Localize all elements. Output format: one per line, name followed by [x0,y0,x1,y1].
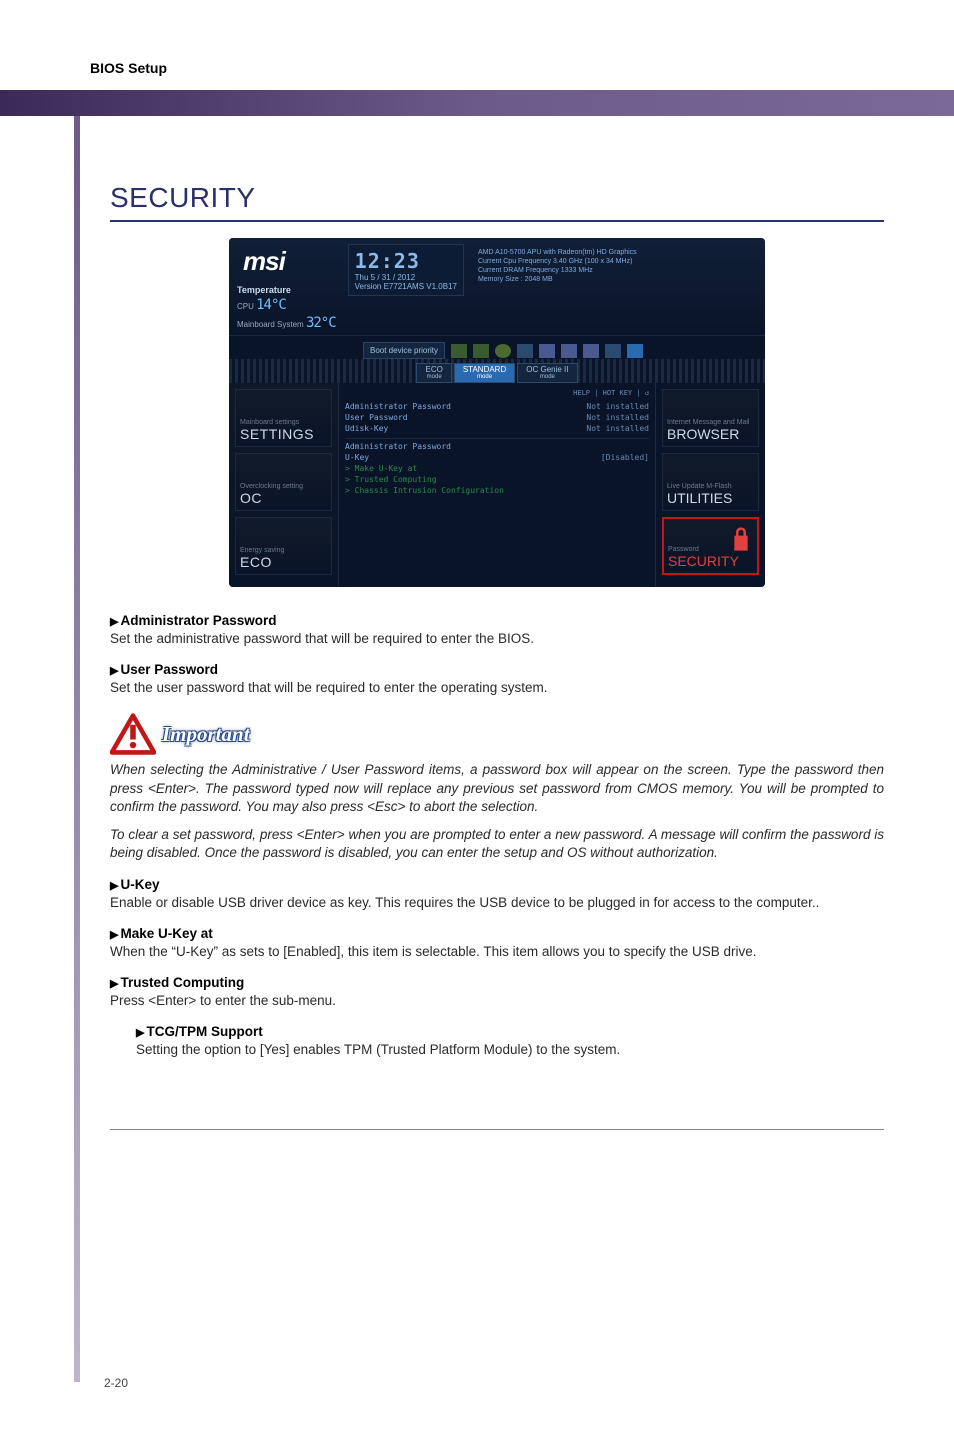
nav-hint: Energy saving [240,547,327,554]
page-title: SECURITY [110,182,884,222]
menu-value: Not installed [586,424,649,433]
menu-item[interactable]: Administrator Password [345,402,451,411]
sys-temp-value: 32°C [306,315,336,331]
sysinfo-line: Current Cpu Frequency 3.40 GHz (100 x 34… [478,257,637,266]
menu-value: Not installed [586,413,649,422]
page-header: BIOS Setup [60,60,894,76]
menu-item[interactable]: U-Key [345,453,369,462]
footer-rule [110,1129,884,1130]
submenu-item[interactable]: > Trusted Computing [345,475,437,484]
submenu-item[interactable]: > Make U-Key at [345,464,417,473]
item-admin-password-desc: Set the administrative password that wil… [110,630,884,648]
submenu-item[interactable]: > Chassis Intrusion Configuration [345,486,504,495]
nav-browser[interactable]: Internet Message and Mail BROWSER [662,389,759,447]
clock-panel: 12:23 Thu 5 / 31 / 2012 Version E7721AMS… [348,244,464,296]
boot-device-icon[interactable] [583,344,599,358]
msi-logo: msi [237,244,336,279]
nav-title: SETTINGS [240,426,327,442]
warning-icon [110,713,156,755]
lock-icon [731,527,751,551]
nav-utilities[interactable]: Live Update M-Flash UTILITIES [662,453,759,511]
tab-ocgenie-mode[interactable]: OC Genie IImode [517,363,577,383]
item-make-ukey-desc: When the “U-Key” as sets to [Enabled], t… [110,943,884,961]
menu-item[interactable]: User Password [345,413,408,422]
mode-tabs: ECOmode STANDARDmode OC Genie IImode [229,359,765,383]
nav-hint: Mainboard settings [240,419,327,426]
boot-device-icon[interactable] [451,344,467,358]
sysinfo-line: AMD A10-5700 APU with Radeon(tm) HD Grap… [478,248,637,257]
item-trusted-title: ▶Trusted Computing [110,975,884,990]
nav-title: OC [240,490,327,506]
important-note-1: When selecting the Administrative / User… [110,761,884,816]
sys-label: Mainboard System [237,320,304,329]
important-label: Important [162,722,250,747]
sysinfo-line: Memory Size : 2048 MB [478,275,637,284]
nav-title: ECO [240,554,327,570]
item-make-ukey-title: ▶Make U-Key at [110,926,884,941]
nav-hint: Internet Message and Mail [667,419,754,426]
nav-security[interactable]: Password SECURITY [662,517,759,575]
system-info: AMD A10-5700 APU with Radeon(tm) HD Grap… [472,244,637,284]
menu-header: Administrator Password [345,442,451,451]
item-tcg-title: ▶TCG/TPM Support [136,1024,884,1039]
nav-oc[interactable]: Overclocking setting OC [235,453,332,511]
important-note-2: To clear a set password, press <Enter> w… [110,826,884,862]
tab-eco-mode[interactable]: ECOmode [416,363,451,383]
clock-time: 12:23 [355,249,457,273]
bios-screenshot: F12 Language X msi Temperature CPU 14°C … [229,238,765,587]
menu-item[interactable]: Udisk-Key [345,424,388,433]
item-admin-password-title: ▶Administrator Password [110,613,884,628]
sysinfo-line: Current DRAM Frequency 1333 MHz [478,266,637,275]
right-nav: Internet Message and Mail BROWSER Live U… [655,383,765,587]
left-nav: Mainboard settings SETTINGS Overclocking… [229,383,339,587]
menu-value[interactable]: [Disabled] [601,453,649,462]
item-ukey-title: ▶U-Key [110,877,884,892]
nav-title: UTILITIES [667,490,754,506]
cpu-temp-value: 14°C [256,297,286,313]
page-number: 2-20 [104,1376,128,1390]
item-user-password-title: ▶User Password [110,662,884,677]
cpu-label: CPU [237,302,254,311]
important-callout: Important [110,713,884,755]
boot-device-icon[interactable] [495,344,511,358]
tab-standard-mode[interactable]: STANDARDmode [454,363,515,383]
boot-priority-button[interactable]: Boot device priority [363,342,445,359]
nav-settings[interactable]: Mainboard settings SETTINGS [235,389,332,447]
nav-eco[interactable]: Energy saving ECO [235,517,332,575]
nav-hint: Overclocking setting [240,483,327,490]
boot-device-icon[interactable] [539,344,555,358]
nav-hint: Live Update M-Flash [667,483,754,490]
help-bar[interactable]: HELP | HOT KEY | ↺ [345,389,649,397]
boot-device-icon[interactable] [473,344,489,358]
header-band [0,90,954,116]
nav-title: BROWSER [667,426,754,442]
item-user-password-desc: Set the user password that will be requi… [110,679,884,697]
clock-date: Thu 5 / 31 / 2012 [355,273,457,282]
bios-version: Version E7721AMS V1.0B17 [355,282,457,291]
side-band [74,116,80,1382]
boot-device-icon[interactable] [517,344,533,358]
security-menu: HELP | HOT KEY | ↺ Administrator Passwor… [339,383,655,587]
item-tcg-desc: Setting the option to [Yes] enables TPM … [136,1041,884,1059]
item-trusted-desc: Press <Enter> to enter the sub-menu. [110,992,884,1010]
menu-value: Not installed [586,402,649,411]
nav-title: SECURITY [668,553,753,569]
boot-device-icon[interactable] [605,344,621,358]
temperature-panel: Temperature CPU 14°C Mainboard System 32… [237,285,336,331]
boot-device-icon[interactable] [561,344,577,358]
temperature-label: Temperature [237,285,336,295]
boot-device-icon[interactable] [627,344,643,358]
item-ukey-desc: Enable or disable USB driver device as k… [110,894,884,912]
